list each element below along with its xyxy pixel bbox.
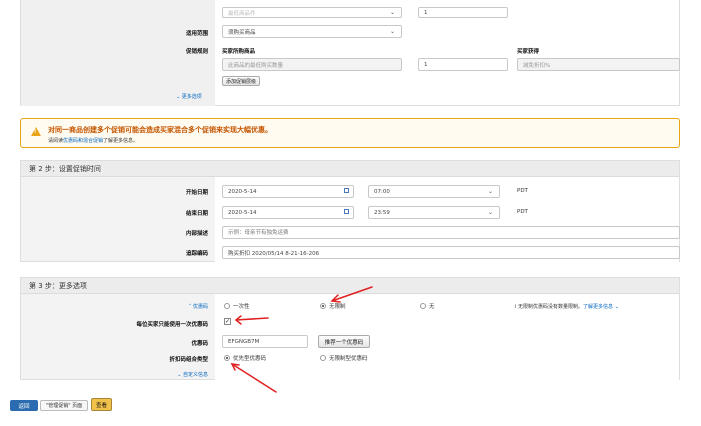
coupon-option-none[interactable]: 无 [420, 302, 435, 310]
chevron-down-icon: ⌄ [613, 304, 619, 310]
custom-message-text: 自定义信息 [182, 372, 208, 378]
start-date-label: 开始日期 [185, 190, 208, 196]
radio-priority[interactable] [224, 355, 230, 361]
end-time-value: 23:59 [374, 209, 390, 216]
step2-title: 第 2 步：设置促销时间 [21, 161, 679, 177]
combinable-option-priority-label: 优先型优惠码 [233, 356, 267, 362]
more-options-text: 更多选项 [181, 94, 202, 100]
radio-once[interactable] [224, 303, 230, 309]
coupon-option-once[interactable]: 一次性 [224, 302, 250, 310]
applies-to-select[interactable]: 须购买商品 ⌄ [222, 25, 402, 38]
rule-qty-partial[interactable]: 1 [418, 7, 508, 18]
warning-link[interactable]: 优惠码和混合促销 [63, 138, 103, 144]
back-button-label: 返回 [18, 403, 30, 410]
coupon-option-unlimited-label: 无限制 [329, 304, 346, 310]
calendar-icon[interactable] [344, 209, 349, 214]
start-date-value: 2020-5-14 [228, 188, 257, 195]
buy-qty-value: 1 [424, 61, 428, 68]
learn-more-link[interactable]: 了解更多信息 [583, 304, 613, 310]
coupon-code-label: 优惠码 [191, 341, 208, 347]
coupon-note-text: 无限制优惠码没有数量限制。 [517, 304, 583, 310]
buy-min-input[interactable]: 此商品的最低购买数量 [222, 58, 402, 71]
chevron-down-icon: ⌄ [389, 9, 395, 16]
back-button[interactable]: 返回 [10, 400, 38, 411]
coupon-code-input[interactable]: EFGNGB7M [222, 335, 308, 348]
combinable-type-label: 折扣码组合类型 [169, 357, 208, 363]
warning-sub-suffix: 了解更多信息。 [103, 138, 139, 144]
applies-to-value: 须购买商品 [228, 29, 256, 36]
buy-min-placeholder: 此商品的最低购买数量 [228, 62, 284, 69]
rule-qty-value: 1 [424, 9, 428, 16]
coupon-option-none-label: 无 [429, 304, 435, 310]
combinable-option-unlimited[interactable]: 无限制型优惠码 [320, 354, 368, 362]
one-per-buyer-checkbox[interactable]: ✓ [224, 318, 231, 325]
end-date-value: 2020-5-14 [228, 209, 257, 216]
promo-rule-label: 促销规则 [185, 49, 208, 55]
applies-to-label: 适用范围 [185, 31, 208, 37]
radio-unlimited[interactable] [320, 303, 326, 309]
more-options-link[interactable]: ⌄ 更多选项 [176, 93, 202, 100]
add-tier-button[interactable]: 添加促销层级 [222, 76, 260, 86]
warning-icon-mark: ! [34, 129, 37, 135]
buy-column-header: 买家所购商品 [222, 49, 256, 55]
rule-select-partial[interactable]: 最低商品件 ⌄ [222, 7, 402, 18]
internal-description-label: 内部描述 [185, 231, 208, 237]
chevron-down-icon: ⌄ [487, 209, 493, 216]
tracking-code-input[interactable]: 购买折扣 2020/05/14 8-21-16-206 [222, 246, 680, 259]
step3-title: 第 3 步：更多选项 [21, 278, 679, 294]
get-discount-placeholder: 减免折扣% [523, 62, 551, 69]
calendar-icon[interactable] [344, 188, 349, 193]
rule-select-value: 最低商品件 [228, 10, 256, 17]
start-date-input[interactable]: 2020-5-14 [222, 185, 354, 198]
end-timezone: PDT [517, 209, 528, 215]
tracking-code-label: 追踪编码 [185, 251, 208, 257]
warning-sub: 请阅读优惠码和混合促销了解更多信息。 [48, 137, 138, 144]
combinable-option-unlimited-label: 无限制型优惠码 [329, 356, 368, 362]
warning-alert: ! 对同一商品创建多个促销可能会造成买家混合多个促销来实现大幅优惠。 请阅读优惠… [20, 118, 680, 148]
manage-promo-label: "管理促销" 页面 [40, 400, 88, 411]
buy-qty-input[interactable]: 1 [418, 58, 508, 71]
tracking-code-value: 购买折扣 2020/05/14 8-21-16-206 [228, 250, 320, 257]
one-per-buyer-label: 每位买家只能使用一次优惠码 [136, 322, 208, 328]
end-date-label: 结束日期 [185, 211, 208, 217]
custom-message-toggle[interactable]: ⌄ 自定义信息 [170, 371, 208, 378]
review-button[interactable]: 查看 [91, 398, 112, 411]
coupon-code-value: EFGNGB7M [228, 338, 260, 345]
review-button-label: 查看 [95, 402, 107, 409]
coupon-option-once-label: 一次性 [233, 304, 250, 310]
radio-none[interactable] [420, 303, 426, 309]
chevron-down-icon: ⌄ [487, 188, 493, 195]
start-time-value: 07:00 [374, 188, 390, 195]
get-column-header: 买家获得 [517, 49, 540, 55]
start-time-select[interactable]: 07:00 ⌄ [368, 185, 500, 198]
get-discount-input[interactable]: 减免折扣% [517, 58, 680, 71]
section-step3: 第 3 步：更多选项 [20, 277, 680, 380]
coupon-type-toggle[interactable]: ˄ 优惠码 [178, 303, 208, 310]
end-date-input[interactable]: 2020-5-14 [222, 206, 354, 219]
internal-description-input[interactable] [222, 226, 680, 239]
start-timezone: PDT [517, 188, 528, 194]
suggest-coupon-button[interactable]: 推荐一个优惠码 [318, 335, 370, 348]
warning-title: 对同一商品创建多个促销可能会造成买家混合多个促销来实现大幅优惠。 [48, 126, 272, 134]
coupon-note: ⅰ 无限制优惠码没有数量限制。了解更多信息 ⌄ [515, 303, 619, 310]
end-time-select[interactable]: 23:59 ⌄ [368, 206, 500, 219]
combinable-option-priority[interactable]: 优先型优惠码 [224, 354, 266, 362]
coupon-option-unlimited[interactable]: 无限制 [320, 302, 346, 310]
chevron-down-icon: ⌄ [389, 28, 395, 35]
warning-sub-prefix: 请阅读 [48, 138, 64, 144]
radio-unlimited-combine[interactable] [320, 355, 326, 361]
coupon-type-label: 优惠码 [192, 304, 208, 310]
manage-promo-text: "管理促销" 页面 [45, 403, 83, 409]
